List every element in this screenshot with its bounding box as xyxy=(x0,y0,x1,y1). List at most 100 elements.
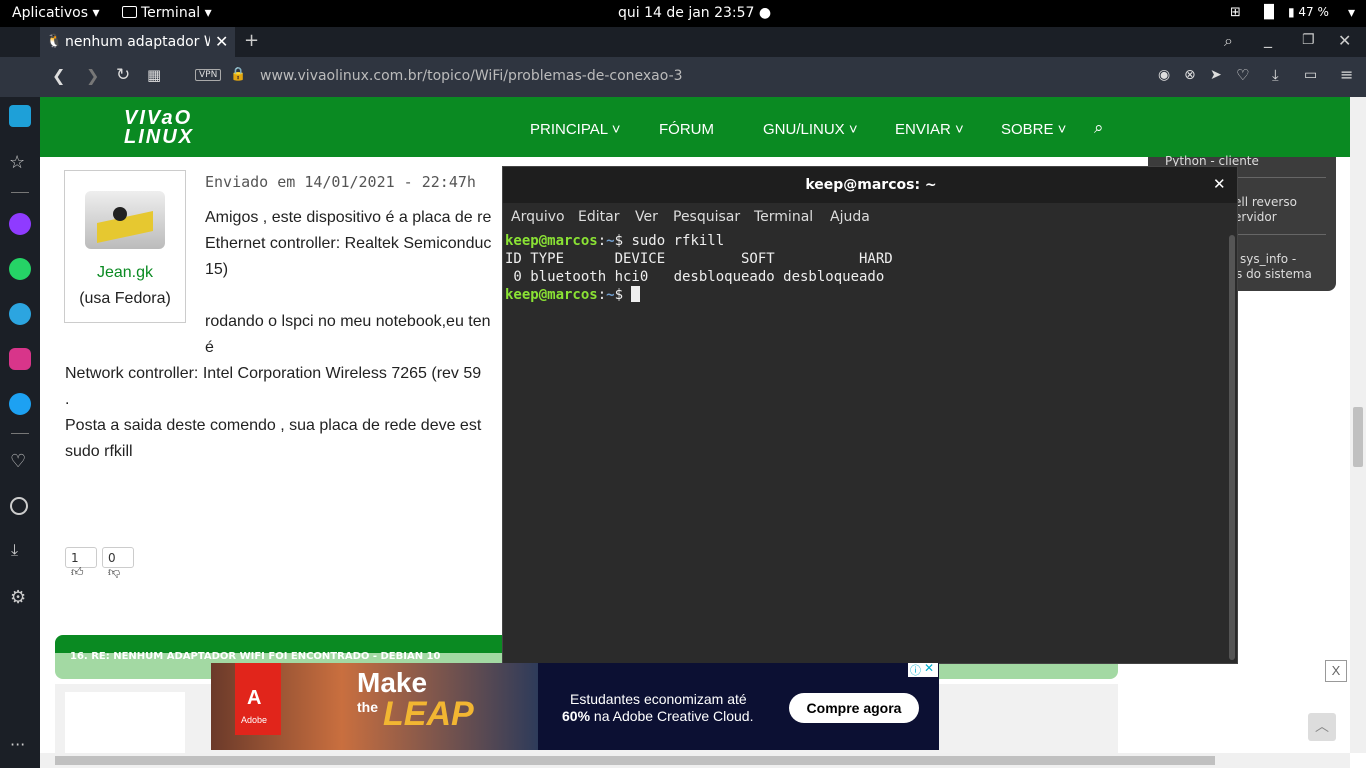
site-nav: VIVaO LINUX PRINCIPAL ˅ FÓRUM GNU/LINUX ˅… xyxy=(40,97,1350,157)
close-window-button[interactable]: ✕ xyxy=(1338,31,1351,50)
scroll-thumb[interactable] xyxy=(1353,407,1363,467)
post-text: . xyxy=(65,391,70,408)
terminal-output[interactable]: keep@marcos:~$ sudo rfkill ID TYPE DEVIC… xyxy=(505,232,1227,657)
tab-close-icon[interactable]: ✕ xyxy=(215,32,228,51)
terminal-line: keep@marcos:~$ xyxy=(505,286,1227,304)
messenger-icon[interactable] xyxy=(9,213,31,235)
next-post-title[interactable]: 16. RE: NENHUM ADAPTADOR WIFI FOI ENCONT… xyxy=(70,651,440,662)
adblock-icon[interactable]: ⊗ xyxy=(1184,67,1196,83)
snapshot-icon[interactable]: ◉ xyxy=(1158,67,1170,83)
home-icon[interactable] xyxy=(9,105,31,127)
close-ad-button[interactable]: X xyxy=(1325,660,1347,682)
terminal-close-icon[interactable]: ✕ xyxy=(1213,175,1226,193)
avatar[interactable] xyxy=(85,191,165,249)
twitter-icon[interactable] xyxy=(9,393,31,415)
terminal-menubar: Arquivo Editar Ver Pesquisar Terminal Aj… xyxy=(503,203,1237,232)
author-card: Jean.gk (usa Fedora) xyxy=(64,170,186,323)
nav-sobre[interactable]: SOBRE ˅ xyxy=(1001,121,1066,138)
site-search-icon[interactable]: ⌕ xyxy=(1094,118,1104,138)
back-icon[interactable]: ❮ xyxy=(52,66,65,85)
terminal-line: ID TYPE DEVICE SOFT HARD xyxy=(505,251,893,267)
terminal-scrollbar[interactable] xyxy=(1229,235,1235,660)
bookmark-heart-icon[interactable]: ♡ xyxy=(1236,66,1249,84)
nav-forum[interactable]: FÓRUM xyxy=(659,121,714,138)
post-text: Posta a saida deste comendo , sua placa … xyxy=(65,417,482,434)
post-text: sudo rfkill xyxy=(65,443,133,460)
dislike-button[interactable]: 0 👎︎ xyxy=(102,547,134,579)
new-tab-button[interactable]: + xyxy=(244,30,259,51)
telegram-icon[interactable] xyxy=(9,303,31,325)
restore-button[interactable]: ❐ xyxy=(1302,32,1315,48)
network-icon[interactable]: ⊞ xyxy=(1230,5,1241,20)
search-tabs-icon[interactable]: ⌕ xyxy=(1224,31,1233,51)
adobe-ad-banner[interactable]: A Adobe Make the LEAP Estudantes economi… xyxy=(211,661,939,750)
reload-icon[interactable]: ↻ xyxy=(116,65,130,85)
terminal-app-menu[interactable]: Terminal ▾ xyxy=(122,5,212,21)
system-menu-arrow-icon[interactable]: ▾ xyxy=(1348,5,1355,21)
post-text: rodando o lspci no meu notebook,eu ten xyxy=(205,313,491,330)
menu-pesquisar[interactable]: Pesquisar xyxy=(673,209,740,225)
post-text: 15) xyxy=(205,261,229,278)
history-icon[interactable] xyxy=(10,497,28,515)
nav-principal[interactable]: PRINCIPAL ˅ xyxy=(530,121,620,138)
like-button[interactable]: 1 👍︎ xyxy=(65,547,97,579)
send-icon[interactable]: ➤ xyxy=(1210,67,1222,83)
url-field[interactable]: www.vivaolinux.com.br/topico/WiFi/proble… xyxy=(260,68,683,84)
ad-headline: the xyxy=(357,699,378,715)
terminal-cursor xyxy=(631,286,641,302)
post-text: Amigos , este dispositivo é a placa de r… xyxy=(205,209,492,226)
instagram-icon[interactable] xyxy=(9,348,31,370)
menu-editar[interactable]: Editar xyxy=(578,209,619,225)
tab-bar: 🐧 nenhum adaptador W ✕ + ⌕ _ ❐ ✕ xyxy=(0,27,1366,57)
bookmarks-icon[interactable]: ☆ xyxy=(9,152,25,173)
menu-icon[interactable]: ≡ xyxy=(1340,65,1353,84)
applications-menu[interactable]: Aplicativos ▾ xyxy=(12,5,100,21)
vertical-scrollbar[interactable] xyxy=(1350,97,1366,753)
related-topic-link[interactable]: ell reverso xyxy=(1234,195,1297,209)
downloads-icon[interactable]: ⤓ xyxy=(11,540,18,560)
tab-grid-icon[interactable]: ▦ xyxy=(147,66,161,84)
nav-gnu-linux[interactable]: GNU/LINUX ˅ xyxy=(763,121,858,138)
battery-saver-icon[interactable]: ▭ xyxy=(1304,67,1317,83)
whatsapp-icon[interactable] xyxy=(9,258,31,280)
lock-icon[interactable]: 🔒 xyxy=(230,67,246,82)
menu-ajuda[interactable]: Ajuda xyxy=(830,209,870,225)
site-logo[interactable]: VIVaO LINUX xyxy=(124,108,194,147)
tab-title: nenhum adaptador W xyxy=(65,34,210,50)
related-topic-link[interactable]: s do sistema xyxy=(1236,267,1312,281)
battery-indicator[interactable]: ▮ 47 % xyxy=(1288,5,1329,19)
horizontal-scrollbar[interactable] xyxy=(40,753,1350,768)
thumbs-up-icon: 👍︎ xyxy=(71,565,84,579)
terminal-line: keep@marcos:~$ sudo rfkill xyxy=(505,233,725,249)
forward-icon[interactable]: ❯ xyxy=(86,66,99,85)
related-topic-link[interactable]: sys_info - xyxy=(1240,252,1296,266)
terminal-titlebar[interactable]: keep@marcos: ~ ✕ xyxy=(503,167,1237,203)
next-post-author-card xyxy=(65,692,185,753)
scroll-thumb[interactable] xyxy=(55,756,1215,765)
related-topic-link[interactable]: ervidor xyxy=(1234,210,1277,224)
terminal-app-icon xyxy=(122,6,137,18)
vpn-badge[interactable]: VPN xyxy=(195,69,222,81)
menu-arquivo[interactable]: Arquivo xyxy=(511,209,565,225)
more-options-icon[interactable]: ··· xyxy=(10,735,25,754)
settings-gear-icon[interactable]: ⚙ xyxy=(10,587,26,608)
volume-icon[interactable]: ▐▌ xyxy=(1259,5,1279,20)
terminal-title: keep@marcos: ~ xyxy=(805,177,937,193)
ad-choices-icon[interactable]: ⓘ ✕ xyxy=(908,661,938,677)
nav-enviar[interactable]: ENVIAR ˅ xyxy=(895,121,964,138)
terminal-window[interactable]: keep@marcos: ~ ✕ Arquivo Editar Ver Pesq… xyxy=(502,166,1238,664)
download-icon[interactable]: ⤓ xyxy=(1272,66,1279,84)
post-date: Enviado em 14/01/2021 - 22:47h xyxy=(205,173,476,191)
clock[interactable]: qui 14 de jan 23:57 ● xyxy=(618,5,771,21)
terminal-line: 0 bluetooth hci0 desbloqueado desbloquea… xyxy=(505,269,885,285)
menu-terminal[interactable]: Terminal xyxy=(754,209,813,225)
sidebar-divider xyxy=(11,433,29,434)
adobe-logo: A Adobe xyxy=(235,663,281,735)
ad-cta-button[interactable]: Compre agora xyxy=(789,693,919,723)
back-to-top-button[interactable]: ︿ xyxy=(1308,713,1336,741)
tab-active[interactable]: 🐧 nenhum adaptador W ✕ xyxy=(40,27,235,57)
minimize-button[interactable]: _ xyxy=(1264,29,1272,48)
menu-ver[interactable]: Ver xyxy=(635,209,658,225)
author-name-link[interactable]: Jean.gk xyxy=(65,264,185,282)
heart-icon[interactable]: ♡ xyxy=(10,451,26,472)
